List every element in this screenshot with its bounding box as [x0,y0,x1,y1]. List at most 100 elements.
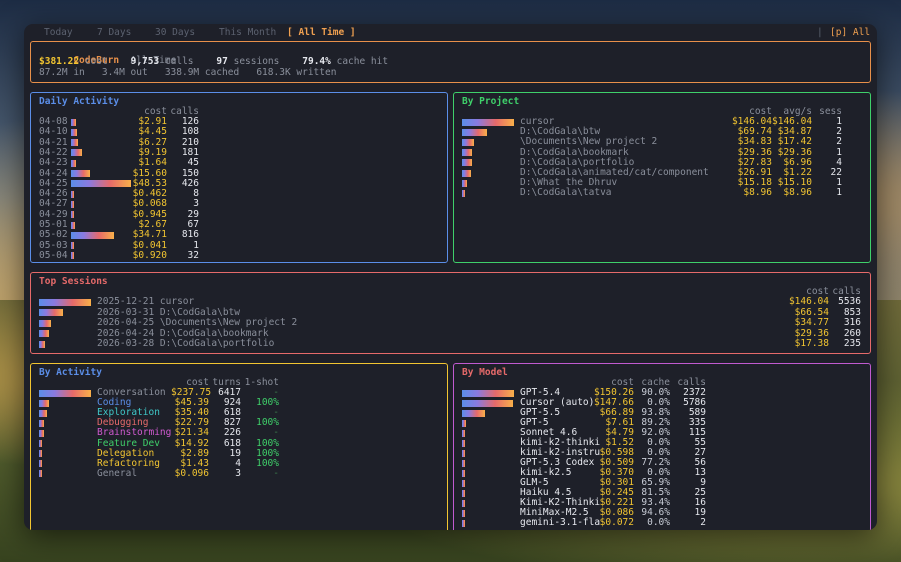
session-bar [39,319,52,327]
session-bar [39,330,50,337]
session-calls: 316 [843,317,861,328]
tab-2[interactable]: 30 Days [155,27,195,38]
top-sessions-panel: Top Sessions cost calls 2025-12-21 curso… [30,272,871,354]
project-name: \Documents\New project 2 [520,136,658,148]
session-cost: $29.36 [794,327,829,339]
session-label: 2026-03-28 D:\CodGala\portfolio [97,338,275,349]
daily-activity-title: Daily Activity [39,96,120,107]
project-avg: $8.96 [783,187,812,199]
project-sess: 2 [836,136,842,148]
daily-bar [71,190,74,198]
project-filter-key[interactable]: [p] All [830,27,870,38]
model-bar [462,429,466,437]
tab-1[interactable]: 7 Days [97,27,131,38]
project-cost: $34.83 [737,136,772,148]
daily-calls: 816 [181,229,199,241]
activity-bar [39,450,42,458]
activity-name: Feature Dev [97,437,160,449]
period-tabs: Today 7 Days 30 Days This Month [ All Time ]… [24,24,877,40]
project-sess: 1 [836,187,842,199]
daily-bar [71,180,131,188]
model-cost: $0.072 [599,517,634,528]
activity-oneshot: - [273,467,279,479]
daily-date: 04-27 [39,198,68,210]
tab-3[interactable]: This Month [219,27,276,38]
session-calls: 260 [843,327,861,339]
tab-4[interactable]: [ All Time ] [287,27,356,38]
daily-cost: $0.920 [132,249,167,261]
cost-label: cost [84,56,108,67]
model-name: gemini-3.1-fla [520,517,601,528]
total-calls: 9,753 [130,56,160,67]
daily-calls: 108 [181,126,199,138]
project-bar [462,118,514,126]
model-bar [462,489,465,497]
session-label: 2025-12-21 cursor [97,296,195,307]
token-stats: 87.2M in 3.4M out 338.9M cached 618.3K w… [39,67,337,78]
summary-panel: CodeBurn All Time $381.22 cost 9,753 cal… [30,41,871,83]
cache-label: cache hit [336,56,389,67]
by-activity-title: By Activity [39,367,102,378]
activity-cost: $14.92 [174,437,209,449]
session-bar [39,298,91,306]
tab-0[interactable]: Today [44,27,73,38]
activity-cost: $21.34 [174,427,209,439]
summary-stats: $381.22 cost 9,753 calls 97 sessions 79.… [39,57,388,67]
daily-calls: 3 [193,198,199,210]
daily-date: 04-24 [39,167,68,179]
daily-bar [71,149,83,157]
model-bar [462,419,467,427]
model-bar [462,469,465,477]
daily-cost: $15.60 [132,167,167,179]
daily-bar [71,139,79,147]
by-project-title: By Project [462,96,520,107]
daily-calls: 150 [181,167,199,179]
project-bar [462,169,472,177]
project-name: D:\CodGala\tatva [520,187,612,199]
cache-hit: 79.4% [302,56,331,67]
session-label: 2026-04-24 D:\CodGala\bookmark [97,327,269,339]
activity-bar [39,460,42,468]
project-avg: $17.42 [777,136,812,148]
activity-turns: 226 [223,427,241,439]
model-bar [462,389,514,397]
daily-calls: 45 [187,157,199,169]
session-calls: 5536 [838,296,861,307]
session-cost: $146.04 [788,296,829,307]
project-bar [462,189,466,197]
session-bar [39,340,46,348]
by-activity-panel: By Activity cost turns 1-shot Conversati… [30,363,448,530]
model-bar [462,439,465,447]
model-calls: 2 [700,517,706,528]
daily-bar [71,128,77,136]
daily-cost: $4.45 [138,126,167,138]
daily-date: 05-04 [39,249,68,261]
model-bar [462,519,465,527]
sessions-label: sessions [233,56,280,67]
activity-cost: $0.096 [174,467,209,479]
daily-bar [71,118,77,126]
project-cost: $8.96 [743,187,772,199]
by-project-panel: By Project cost avg/s sess cursor $146.04… [453,92,871,263]
project-bar [462,159,472,167]
session-label: 2026-03-31 D:\CodGala\btw [97,306,240,318]
daily-bar [71,252,74,260]
activity-bar [39,389,91,397]
session-calls: 853 [843,306,861,318]
daily-cost: $0.068 [132,198,167,210]
session-cost: $66.54 [794,306,829,318]
project-bar [462,179,468,187]
activity-turns: 618 [223,437,241,449]
terminal-window: Today 7 Days 30 Days This Month [ All Time ]… [24,24,877,530]
daily-date: 04-10 [39,126,68,138]
session-cost: $17.38 [794,338,829,349]
daily-bar [71,242,74,250]
daily-activity-panel: Daily Activity cost calls 04-08 $2.91 126 0… [30,92,448,263]
total-sessions: 97 [216,56,228,67]
calls-label: calls [164,56,194,67]
session-bar [39,309,63,316]
activity-oneshot: 100% [256,437,279,449]
activity-bar [39,440,43,447]
daily-bar [71,211,74,219]
activity-oneshot: - [273,427,279,439]
